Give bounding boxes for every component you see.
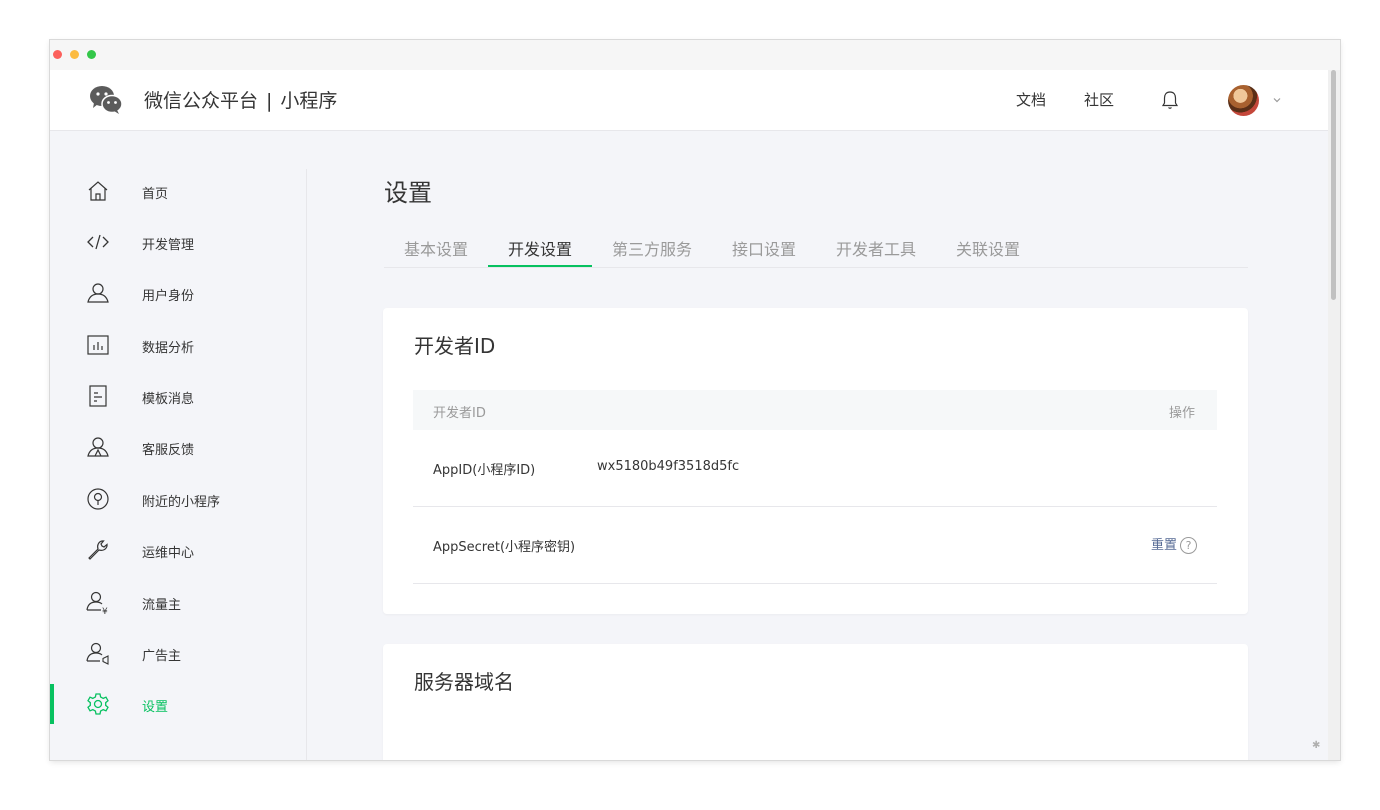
reset-secret-link[interactable]: 重置 xyxy=(1151,538,1177,553)
home-icon xyxy=(88,181,108,201)
active-tab-underline xyxy=(488,265,592,267)
close-window-button[interactable] xyxy=(53,50,62,59)
column-header-actions: 操作 xyxy=(1168,406,1195,421)
sidebar-item-label: 数据分析 xyxy=(142,341,195,356)
document-icon xyxy=(89,385,107,407)
chevron-down-icon[interactable] xyxy=(1272,95,1282,105)
brand-separator: | xyxy=(266,90,273,112)
sidebar-item-advertiser[interactable]: 广告主 xyxy=(50,633,306,673)
tab-developer-tools[interactable]: 开发者工具 xyxy=(836,236,916,260)
sidebar-item-label: 广告主 xyxy=(142,649,182,664)
developer-id-card: 开发者ID 开发者ID 操作 AppID(小程序ID) wx5180b49f35… xyxy=(383,308,1248,614)
brand-name: 微信公众平台 xyxy=(144,90,259,112)
sidebar-item-label: 模板消息 xyxy=(142,392,195,407)
active-indicator xyxy=(50,684,54,724)
sidebar-item-label: 首页 xyxy=(142,187,169,202)
sidebar-item-home[interactable]: 首页 xyxy=(50,171,306,211)
sidebar-item-label: 附近的小程序 xyxy=(142,495,221,510)
location-icon xyxy=(87,488,109,510)
column-header-developer-id: 开发者ID xyxy=(433,406,486,421)
sidebar-item-customer-feedback[interactable]: 客服反馈 xyxy=(50,427,306,467)
vertical-scrollbar[interactable] xyxy=(1328,70,1340,760)
wrench-icon xyxy=(88,540,108,560)
card-title: 服务器域名 xyxy=(414,670,514,694)
code-icon xyxy=(87,234,109,250)
appid-value[interactable]: wx5180b49f3518d5fc xyxy=(597,459,739,474)
tab-api-settings[interactable]: 接口设置 xyxy=(732,236,796,260)
nav-docs-link[interactable]: 文档 xyxy=(1016,89,1046,110)
sidebar-item-settings[interactable]: 设置 xyxy=(50,684,306,724)
sidebar-item-ops-center[interactable]: 运维中心 xyxy=(50,530,306,570)
sidebar-item-label: 运维中心 xyxy=(142,546,195,561)
bell-icon[interactable] xyxy=(1160,89,1180,111)
sidebar-item-label: 流量主 xyxy=(142,598,182,613)
appid-label: AppID(小程序ID) xyxy=(433,463,536,478)
appsecret-action: 重置? xyxy=(1151,534,1197,554)
help-icon[interactable]: ? xyxy=(1180,537,1197,554)
server-domain-card: 服务器域名 xyxy=(383,644,1248,760)
scrollbar-thumb[interactable] xyxy=(1331,70,1336,300)
table-header: 开发者ID 操作 xyxy=(413,390,1217,430)
sidebar-item-template-messages[interactable]: 模板消息 xyxy=(50,376,306,416)
tab-third-party-services[interactable]: 第三方服务 xyxy=(612,236,692,260)
tab-dev-settings[interactable]: 开发设置 xyxy=(508,236,572,260)
sidebar-item-data-analysis[interactable]: 数据分析 xyxy=(50,325,306,365)
appsecret-label: AppSecret(小程序密钥) xyxy=(433,540,576,555)
nav-community-link[interactable]: 社区 xyxy=(1084,89,1114,110)
tab-basic-settings[interactable]: 基本设置 xyxy=(404,236,468,260)
sidebar: 首页 开发管理 用户身份 数据分析 模板消息 客服反馈 附近的小程序 运维中心 xyxy=(50,132,307,760)
advertiser-icon xyxy=(86,642,109,665)
browser-window: 微信公众平台 | 小程序 文档 社区 ✱ 首页 开发管理 用户身份 数据分析 模… xyxy=(50,40,1340,760)
settings-tabs: 基本设置 开发设置 第三方服务 接口设置 开发者工具 关联设置 xyxy=(384,230,1248,268)
traffic-owner-icon: ¥ xyxy=(86,591,108,614)
gear-icon xyxy=(87,693,109,715)
top-navbar: 微信公众平台 | 小程序 文档 社区 xyxy=(50,70,1328,131)
chart-icon xyxy=(87,335,109,355)
minimize-window-button[interactable] xyxy=(70,50,79,59)
table-row: AppID(小程序ID) wx5180b49f3518d5fc xyxy=(413,430,1217,507)
product-name: 小程序 xyxy=(280,90,338,112)
sidebar-item-dev-management[interactable]: 开发管理 xyxy=(50,222,306,262)
page-title: 设置 xyxy=(384,179,432,207)
sidebar-item-nearby-miniprogram[interactable]: 附近的小程序 xyxy=(50,479,306,519)
sidebar-item-label: 开发管理 xyxy=(142,238,195,253)
window-titlebar xyxy=(50,40,1340,70)
wechat-logo-icon[interactable] xyxy=(88,82,124,118)
tab-association-settings[interactable]: 关联设置 xyxy=(956,236,1020,260)
maximize-window-button[interactable] xyxy=(87,50,96,59)
user-icon xyxy=(87,283,109,303)
card-title: 开发者ID xyxy=(414,334,496,358)
svg-text:¥: ¥ xyxy=(102,607,108,614)
user-avatar[interactable] xyxy=(1228,85,1259,116)
brand-title[interactable]: 微信公众平台 | 小程序 xyxy=(144,86,337,113)
table-row: AppSecret(小程序密钥) 重置? xyxy=(413,507,1217,584)
sidebar-item-label: 客服反馈 xyxy=(142,443,195,458)
sidebar-item-label: 设置 xyxy=(142,700,169,715)
sidebar-item-traffic-owner[interactable]: ¥ 流量主 xyxy=(50,582,306,622)
resize-grip-icon[interactable]: ✱ xyxy=(1312,740,1320,751)
customer-service-icon xyxy=(87,437,109,457)
sidebar-item-user-identity[interactable]: 用户身份 xyxy=(50,273,306,313)
sidebar-item-label: 用户身份 xyxy=(142,289,195,304)
